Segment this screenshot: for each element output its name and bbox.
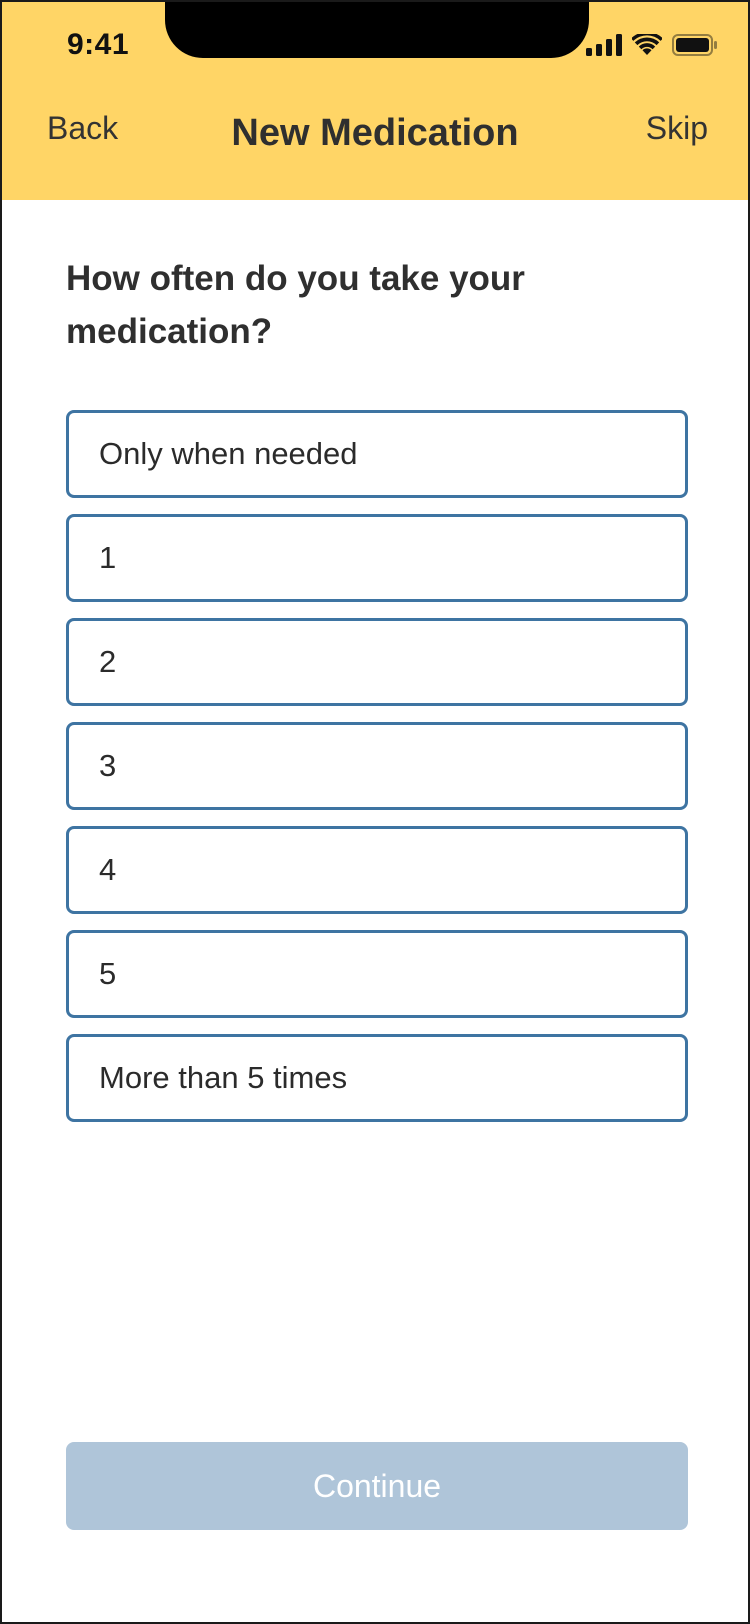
skip-button[interactable]: Skip [646,110,708,147]
option-label: 2 [99,644,117,679]
wifi-icon [632,34,662,56]
option-2[interactable]: 2 [66,618,688,706]
cellular-signal-icon [586,34,622,56]
status-icons [586,34,718,56]
phone-screen: 9:41 Back New Medication Skip How often … [0,0,750,1624]
back-button[interactable]: Back [47,110,118,147]
frequency-options: Only when needed 1 2 3 4 5 More than 5 t… [66,410,688,1138]
battery-icon [672,34,718,56]
option-label: Only when needed [99,436,358,471]
option-label: 3 [99,748,117,783]
continue-button[interactable]: Continue [66,1442,688,1530]
option-more-than-5[interactable]: More than 5 times [66,1034,688,1122]
option-label: 5 [99,956,117,991]
option-label: 4 [99,852,117,887]
option-label: 1 [99,540,117,575]
option-label: More than 5 times [99,1060,348,1095]
option-4[interactable]: 4 [66,826,688,914]
option-1[interactable]: 1 [66,514,688,602]
status-time: 9:41 [67,28,130,61]
option-5[interactable]: 5 [66,930,688,1018]
option-3[interactable]: 3 [66,722,688,810]
question-heading: How often do you take your medication? [66,259,525,351]
header-bar: 9:41 Back New Medication Skip [2,2,748,200]
device-notch [165,2,589,58]
option-only-when-needed[interactable]: Only when needed [66,410,688,498]
